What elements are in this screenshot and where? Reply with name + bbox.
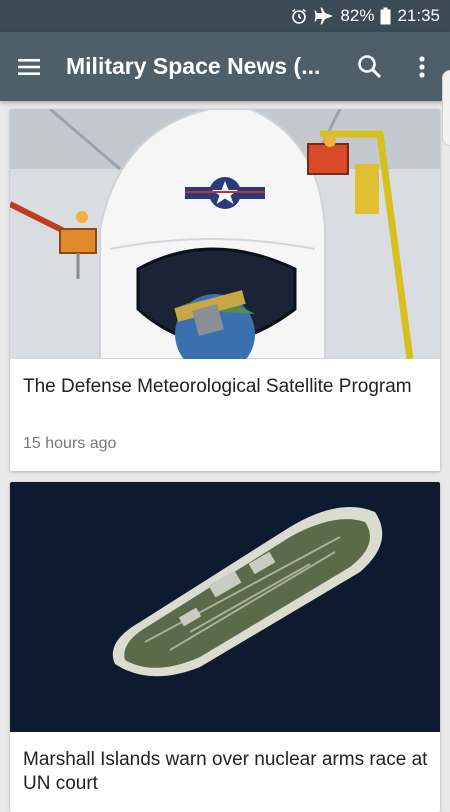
article-headline[interactable]: Marshall Islands warn over nuclear arms … (23, 748, 433, 796)
menu-button[interactable] (16, 53, 44, 81)
more-options-button[interactable] (410, 53, 434, 81)
article-timestamp: 15 hours ago (23, 435, 117, 452)
alarm-icon (290, 7, 308, 25)
status-icons: 82% 21:35 (290, 0, 440, 32)
app-toolbar: Military Space News (... (0, 32, 450, 101)
more-vert-icon (419, 56, 425, 78)
search-icon (358, 55, 382, 79)
status-bar: 82% 21:35 (0, 0, 450, 32)
article-card[interactable]: Marshall Islands warn over nuclear arms … (10, 482, 440, 812)
search-button[interactable] (356, 53, 384, 81)
article-image-atoll (10, 482, 440, 732)
battery-icon (380, 7, 391, 25)
article-image-satellite-fairing (10, 109, 440, 359)
clock: 21:35 (397, 6, 440, 25)
app-title: Military Space News (... (66, 53, 321, 79)
menu-icon (18, 59, 40, 75)
article-card[interactable]: The Defense Meteorological Satellite Pro… (10, 109, 440, 471)
edge-panel-handle[interactable] (442, 70, 450, 146)
article-headline[interactable]: The Defense Meteorological Satellite Pro… (23, 375, 433, 399)
airplane-icon (314, 7, 334, 25)
battery-percent: 82% (340, 6, 375, 25)
